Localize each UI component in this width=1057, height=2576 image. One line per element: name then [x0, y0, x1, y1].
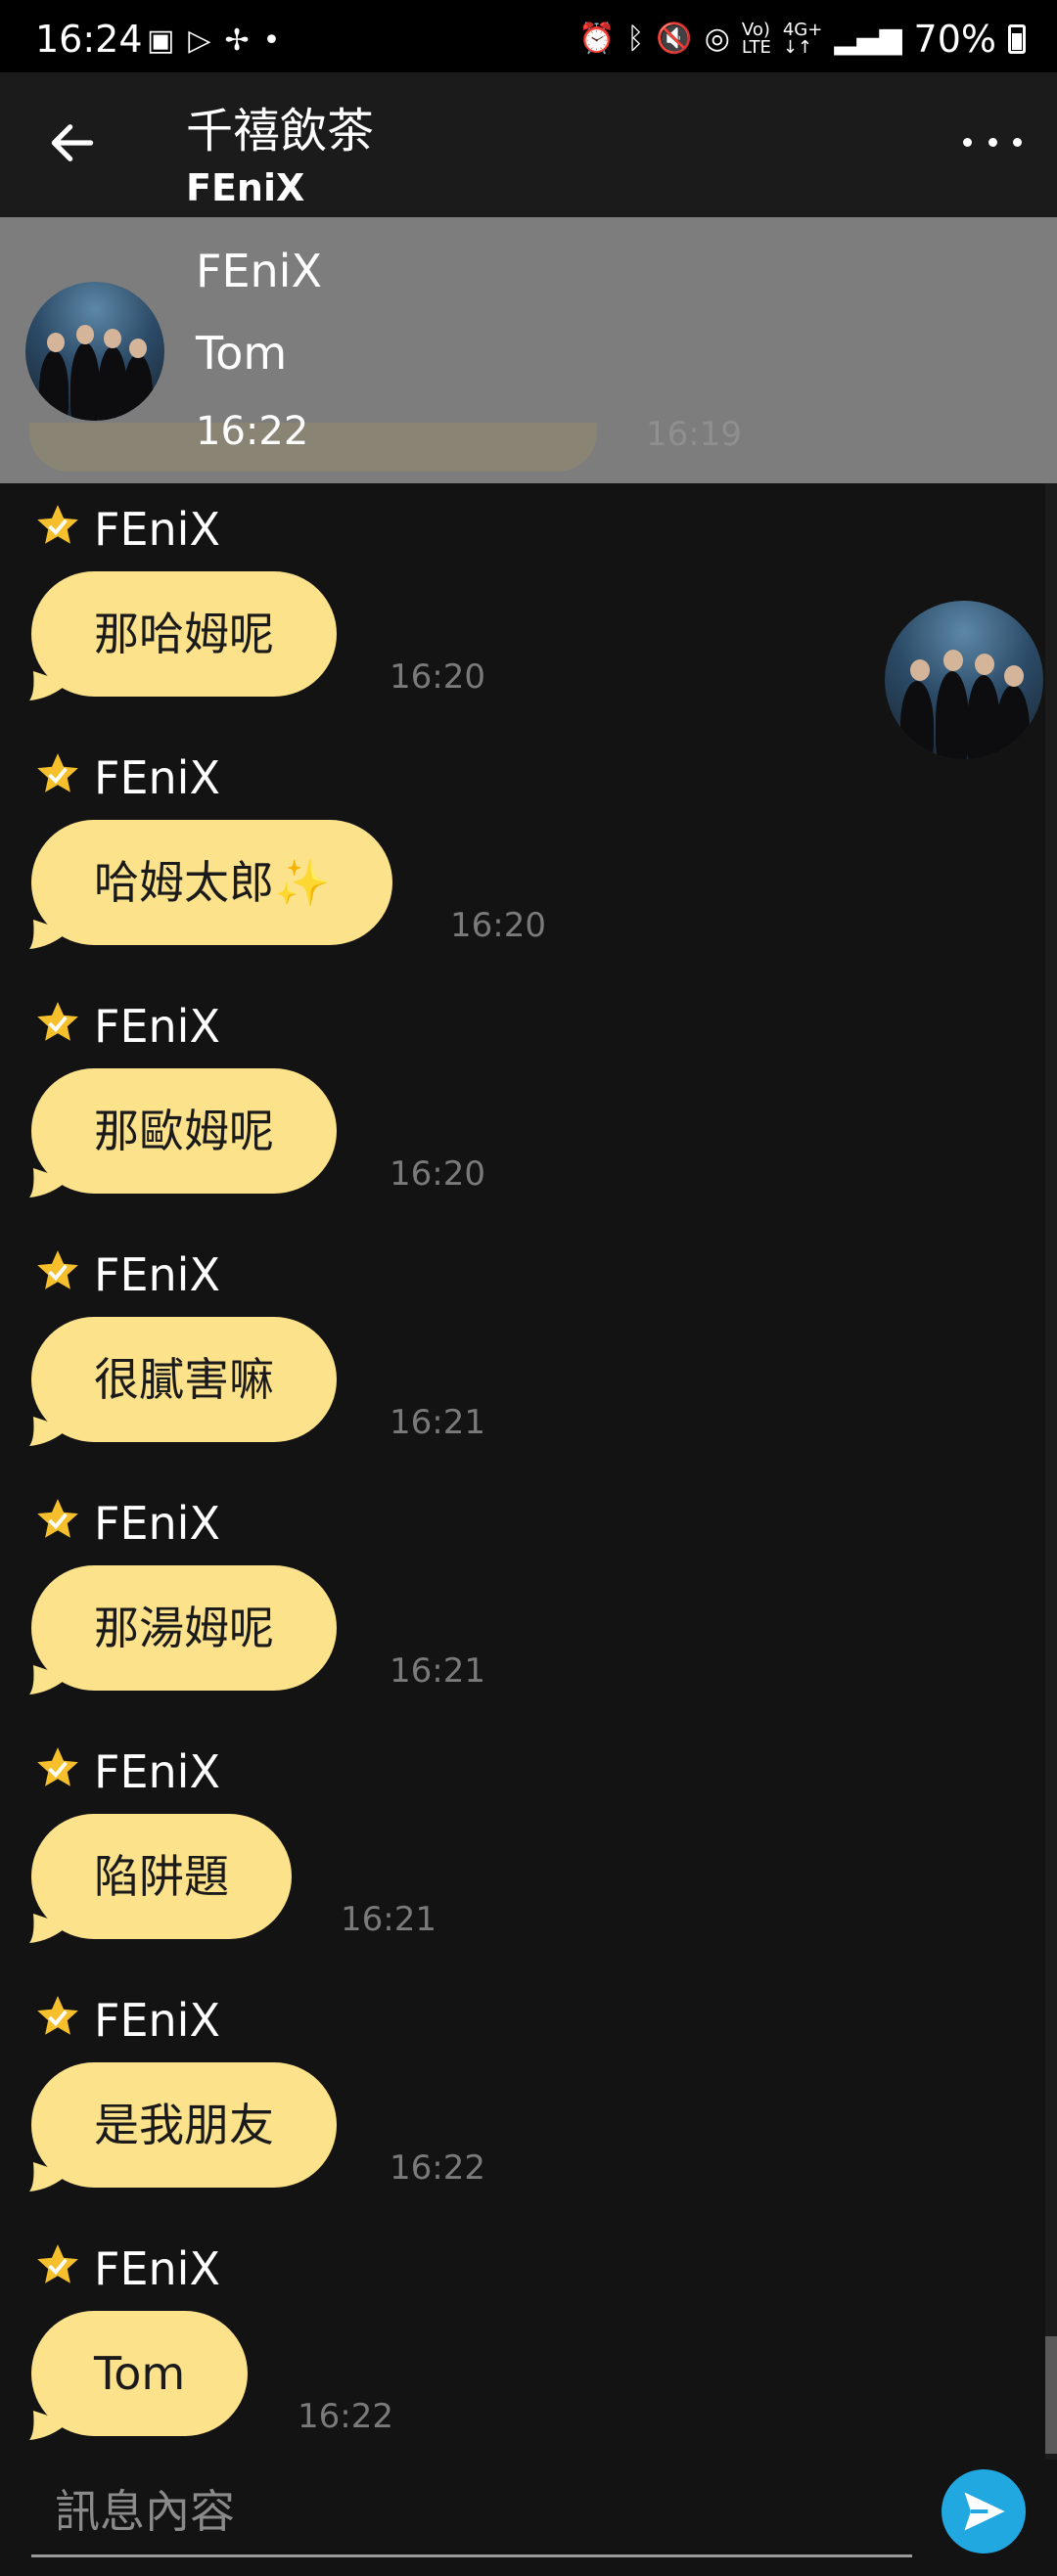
message-item: FEniX 那歐姆呢 16:20	[0, 980, 1057, 1229]
message-sender: FEniX	[94, 751, 220, 804]
message-composer	[0, 2460, 1057, 2576]
message-time: 16:21	[390, 1403, 485, 1442]
message-item: FEniX 是我朋友 16:22	[0, 1974, 1057, 2223]
signal-icon: ▂▄▆	[834, 22, 902, 56]
send-icon	[964, 2492, 1005, 2531]
message-item: FEniX 那湯姆呢 16:21	[0, 1477, 1057, 1726]
chat-subtitle: FEniX	[186, 166, 305, 209]
chat-title: 千禧飲茶	[186, 104, 375, 158]
message-sender: FEniX	[94, 1745, 220, 1798]
send-button[interactable]	[942, 2469, 1026, 2553]
message-time: 16:21	[341, 1900, 437, 1939]
star-icon	[37, 1996, 78, 2035]
message-bubble[interactable]: 那歐姆呢	[31, 1068, 337, 1194]
message-bubble[interactable]: 是我朋友	[31, 2062, 337, 2188]
message-time: 16:22	[298, 2397, 393, 2436]
message-sender: FEniX	[94, 503, 220, 556]
message-list[interactable]: FEniX 那哈姆呢 16:20 FEniX 哈姆太郎✨ 16:20 FEniX…	[0, 483, 1057, 2460]
chat-header: 千禧飲茶 FEniX	[0, 72, 1057, 217]
more-options-icon[interactable]	[963, 127, 1022, 157]
message-time: 16:20	[390, 1154, 485, 1194]
volte-icon: Vo) LTE	[741, 20, 771, 58]
back-arrow-icon[interactable]	[45, 115, 100, 170]
alarm-icon: ⏰	[578, 22, 616, 56]
status-left-icons: ▣ ▷ ✢ •	[147, 22, 280, 61]
star-icon	[37, 1250, 78, 1289]
star-icon	[37, 1002, 78, 1041]
battery-icon	[1008, 24, 1026, 54]
message-bubble[interactable]: Tom	[31, 2311, 249, 2436]
message-sender: FEniX	[94, 1994, 220, 2047]
gallery-icon: ▣	[147, 23, 175, 58]
fan-icon: ✢	[224, 23, 250, 58]
message-sender: FEniX	[94, 2242, 220, 2295]
message-bubble[interactable]: 那湯姆呢	[31, 1565, 337, 1691]
message-notification[interactable]: 16:19 FEniX Tom 16:22	[0, 217, 1057, 483]
star-icon	[37, 1499, 78, 1538]
message-sender: FEniX	[94, 1497, 220, 1550]
dot-icon: •	[262, 23, 281, 58]
scrollbar[interactable]	[1045, 483, 1057, 2460]
message-bubble[interactable]: 很膩害嘛	[31, 1317, 337, 1442]
message-bubble[interactable]: 哈姆太郎✨	[31, 820, 393, 945]
hotspot-icon: ◎	[704, 22, 730, 56]
obscured-bubble	[29, 423, 597, 472]
bluetooth-icon: ᛒ	[626, 22, 645, 56]
star-icon	[37, 505, 78, 544]
message-item: FEniX Tom 16:22	[0, 2223, 1057, 2471]
floating-avatar[interactable]	[885, 601, 1043, 759]
avatar	[25, 282, 164, 421]
play-store-icon: ▷	[188, 23, 211, 58]
battery-percent: 70%	[913, 18, 996, 61]
message-item: FEniX 陷阱題 16:21	[0, 1726, 1057, 1974]
obscured-time: 16:19	[646, 415, 742, 454]
status-right-icons: ⏰ ᛒ 🔇 ◎ Vo) LTE 4G+ ↓↑ ▂▄▆ 70%	[578, 18, 1026, 61]
message-time: 16:20	[390, 657, 485, 697]
message-time: 16:20	[450, 906, 546, 945]
message-sender: FEniX	[94, 1000, 220, 1053]
message-item: FEniX 哈姆太郎✨ 16:20	[0, 732, 1057, 980]
message-bubble[interactable]: 陷阱題	[31, 1814, 292, 1939]
message-bubble[interactable]: 那哈姆呢	[31, 571, 337, 697]
star-icon	[37, 753, 78, 792]
mute-icon: 🔇	[656, 22, 693, 56]
message-time: 16:22	[390, 2148, 485, 2188]
notification-sender: FEniX	[196, 245, 322, 297]
message-item: FEniX 很膩害嘛 16:21	[0, 1229, 1057, 1477]
notification-message: Tom	[196, 327, 288, 380]
star-icon	[37, 2244, 78, 2283]
4g-icon: 4G+ ↓↑	[782, 20, 823, 58]
message-input[interactable]	[31, 2467, 912, 2557]
star-icon	[37, 1747, 78, 1786]
scrollbar-thumb[interactable]	[1045, 2336, 1057, 2454]
message-time: 16:21	[390, 1651, 485, 1691]
notification-time: 16:22	[196, 409, 309, 454]
status-time: 16:24	[35, 18, 143, 61]
message-sender: FEniX	[94, 1248, 220, 1301]
status-bar: 16:24 ▣ ▷ ✢ • ⏰ ᛒ 🔇 ◎ Vo) LTE 4G+ ↓↑ ▂▄▆ 7…	[0, 0, 1057, 72]
